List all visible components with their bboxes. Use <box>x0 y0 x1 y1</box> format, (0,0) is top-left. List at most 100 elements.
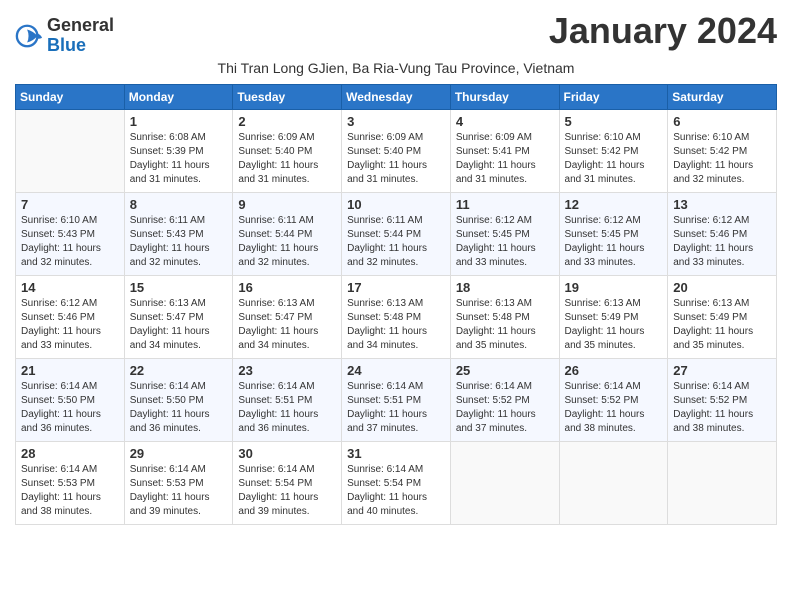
day-number: 23 <box>238 363 336 378</box>
calendar-cell: 14 Sunrise: 6:12 AM Sunset: 5:46 PM Dayli… <box>16 275 125 358</box>
calendar-cell: 26Sunrise: 6:14 AM Sunset: 5:52 PM Dayli… <box>559 358 668 441</box>
calendar-cell: 9 Sunrise: 6:11 AM Sunset: 5:44 PM Daylig… <box>233 192 342 275</box>
day-info: Sunrise: 6:12 AM Sunset: 5:46 PM Dayligh… <box>21 297 119 353</box>
calendar-cell: 25 Sunrise: 6:14 AM Sunset: 5:52 PM Dayli… <box>450 358 559 441</box>
calendar-header-friday: Friday <box>559 84 668 109</box>
day-number: 30 <box>238 446 336 461</box>
month-title: January 2024 <box>549 10 777 52</box>
day-info: Sunrise: 6:08 AM Sunset: 5:39 PM Dayligh… <box>130 131 228 187</box>
day-number: 6 <box>673 114 771 129</box>
calendar-cell: 8 Sunrise: 6:11 AM Sunset: 5:43 PM Daylig… <box>124 192 233 275</box>
day-number: 13 <box>673 197 771 212</box>
day-number: 21 <box>21 363 119 378</box>
day-info: Sunrise: 6:09 AM Sunset: 5:41 PM Dayligh… <box>456 131 554 187</box>
calendar-cell: 17Sunrise: 6:13 AM Sunset: 5:48 PM Dayli… <box>342 275 451 358</box>
calendar-cell: 4Sunrise: 6:09 AM Sunset: 5:41 PM Daylig… <box>450 109 559 192</box>
day-info: Sunrise: 6:11 AM Sunset: 5:43 PM Dayligh… <box>130 214 228 270</box>
day-number: 9 <box>238 197 336 212</box>
calendar-cell: 22 Sunrise: 6:14 AM Sunset: 5:50 PM Dayli… <box>124 358 233 441</box>
calendar-table: SundayMondayTuesdayWednesdayThursdayFrid… <box>15 84 777 525</box>
day-info: Sunrise: 6:09 AM Sunset: 5:40 PM Dayligh… <box>347 131 445 187</box>
day-number: 7 <box>21 197 119 212</box>
calendar-cell <box>668 441 777 524</box>
day-number: 29 <box>130 446 228 461</box>
day-number: 20 <box>673 280 771 295</box>
day-info: Sunrise: 6:14 AM Sunset: 5:50 PM Dayligh… <box>130 380 228 436</box>
day-info: Sunrise: 6:13 AM Sunset: 5:48 PM Dayligh… <box>456 297 554 353</box>
day-number: 28 <box>21 446 119 461</box>
day-number: 5 <box>565 114 663 129</box>
calendar-cell: 10 Sunrise: 6:11 AM Sunset: 5:44 PM Dayli… <box>342 192 451 275</box>
calendar-cell: 16 Sunrise: 6:13 AM Sunset: 5:47 PM Dayli… <box>233 275 342 358</box>
day-number: 12 <box>565 197 663 212</box>
calendar-cell: 11 Sunrise: 6:12 AM Sunset: 5:45 PM Dayli… <box>450 192 559 275</box>
day-number: 24 <box>347 363 445 378</box>
calendar-cell: 13 Sunrise: 6:12 AM Sunset: 5:46 PM Dayli… <box>668 192 777 275</box>
calendar-header-wednesday: Wednesday <box>342 84 451 109</box>
day-info: Sunrise: 6:14 AM Sunset: 5:52 PM Dayligh… <box>565 380 663 436</box>
calendar-week-row: 14 Sunrise: 6:12 AM Sunset: 5:46 PM Dayli… <box>16 275 777 358</box>
calendar-cell: 29 Sunrise: 6:14 AM Sunset: 5:53 PM Dayli… <box>124 441 233 524</box>
calendar-cell: 28 Sunrise: 6:14 AM Sunset: 5:53 PM Dayli… <box>16 441 125 524</box>
calendar-cell: 31Sunrise: 6:14 AM Sunset: 5:54 PM Dayli… <box>342 441 451 524</box>
day-info: Sunrise: 6:14 AM Sunset: 5:52 PM Dayligh… <box>456 380 554 436</box>
day-number: 11 <box>456 197 554 212</box>
calendar-header-saturday: Saturday <box>668 84 777 109</box>
day-info: Sunrise: 6:14 AM Sunset: 5:53 PM Dayligh… <box>130 463 228 519</box>
day-info: Sunrise: 6:13 AM Sunset: 5:49 PM Dayligh… <box>565 297 663 353</box>
day-info: Sunrise: 6:11 AM Sunset: 5:44 PM Dayligh… <box>347 214 445 270</box>
calendar-cell: 23Sunrise: 6:14 AM Sunset: 5:51 PM Dayli… <box>233 358 342 441</box>
logo-general: General <box>47 15 114 35</box>
calendar-header-tuesday: Tuesday <box>233 84 342 109</box>
calendar-week-row: 1 Sunrise: 6:08 AM Sunset: 5:39 PM Daylig… <box>16 109 777 192</box>
calendar-cell: 18 Sunrise: 6:13 AM Sunset: 5:48 PM Dayli… <box>450 275 559 358</box>
day-info: Sunrise: 6:13 AM Sunset: 5:48 PM Dayligh… <box>347 297 445 353</box>
day-info: Sunrise: 6:11 AM Sunset: 5:44 PM Dayligh… <box>238 214 336 270</box>
calendar-cell: 2Sunrise: 6:09 AM Sunset: 5:40 PM Daylig… <box>233 109 342 192</box>
calendar-header-thursday: Thursday <box>450 84 559 109</box>
day-info: Sunrise: 6:14 AM Sunset: 5:54 PM Dayligh… <box>238 463 336 519</box>
day-info: Sunrise: 6:14 AM Sunset: 5:51 PM Dayligh… <box>347 380 445 436</box>
logo-text: General Blue <box>47 16 114 56</box>
calendar-header-row: SundayMondayTuesdayWednesdayThursdayFrid… <box>16 84 777 109</box>
page-header: General Blue January 2024 <box>15 10 777 56</box>
calendar-cell: 3Sunrise: 6:09 AM Sunset: 5:40 PM Daylig… <box>342 109 451 192</box>
calendar-cell: 21 Sunrise: 6:14 AM Sunset: 5:50 PM Dayli… <box>16 358 125 441</box>
day-info: Sunrise: 6:14 AM Sunset: 5:54 PM Dayligh… <box>347 463 445 519</box>
day-info: Sunrise: 6:10 AM Sunset: 5:42 PM Dayligh… <box>565 131 663 187</box>
calendar-cell: 7 Sunrise: 6:10 AM Sunset: 5:43 PM Daylig… <box>16 192 125 275</box>
day-info: Sunrise: 6:13 AM Sunset: 5:47 PM Dayligh… <box>238 297 336 353</box>
calendar-cell <box>450 441 559 524</box>
day-number: 22 <box>130 363 228 378</box>
day-number: 1 <box>130 114 228 129</box>
calendar-cell: 12Sunrise: 6:12 AM Sunset: 5:45 PM Dayli… <box>559 192 668 275</box>
day-number: 25 <box>456 363 554 378</box>
day-info: Sunrise: 6:12 AM Sunset: 5:45 PM Dayligh… <box>456 214 554 270</box>
calendar-cell: 6Sunrise: 6:10 AM Sunset: 5:42 PM Daylig… <box>668 109 777 192</box>
day-info: Sunrise: 6:14 AM Sunset: 5:52 PM Dayligh… <box>673 380 771 436</box>
day-number: 15 <box>130 280 228 295</box>
day-info: Sunrise: 6:14 AM Sunset: 5:53 PM Dayligh… <box>21 463 119 519</box>
logo-icon <box>15 22 43 50</box>
calendar-week-row: 21 Sunrise: 6:14 AM Sunset: 5:50 PM Dayli… <box>16 358 777 441</box>
day-number: 8 <box>130 197 228 212</box>
day-number: 14 <box>21 280 119 295</box>
day-info: Sunrise: 6:14 AM Sunset: 5:50 PM Dayligh… <box>21 380 119 436</box>
logo: General Blue <box>15 16 114 56</box>
calendar-cell: 30 Sunrise: 6:14 AM Sunset: 5:54 PM Dayli… <box>233 441 342 524</box>
location-subtitle: Thi Tran Long GJien, Ba Ria-Vung Tau Pro… <box>15 60 777 76</box>
day-number: 16 <box>238 280 336 295</box>
calendar-cell <box>559 441 668 524</box>
day-info: Sunrise: 6:10 AM Sunset: 5:43 PM Dayligh… <box>21 214 119 270</box>
calendar-week-row: 28 Sunrise: 6:14 AM Sunset: 5:53 PM Dayli… <box>16 441 777 524</box>
day-info: Sunrise: 6:12 AM Sunset: 5:46 PM Dayligh… <box>673 214 771 270</box>
day-number: 27 <box>673 363 771 378</box>
calendar-week-row: 7 Sunrise: 6:10 AM Sunset: 5:43 PM Daylig… <box>16 192 777 275</box>
day-number: 2 <box>238 114 336 129</box>
calendar-header-monday: Monday <box>124 84 233 109</box>
calendar-cell: 19Sunrise: 6:13 AM Sunset: 5:49 PM Dayli… <box>559 275 668 358</box>
day-number: 10 <box>347 197 445 212</box>
day-number: 18 <box>456 280 554 295</box>
calendar-cell <box>16 109 125 192</box>
calendar-cell: 24 Sunrise: 6:14 AM Sunset: 5:51 PM Dayli… <box>342 358 451 441</box>
